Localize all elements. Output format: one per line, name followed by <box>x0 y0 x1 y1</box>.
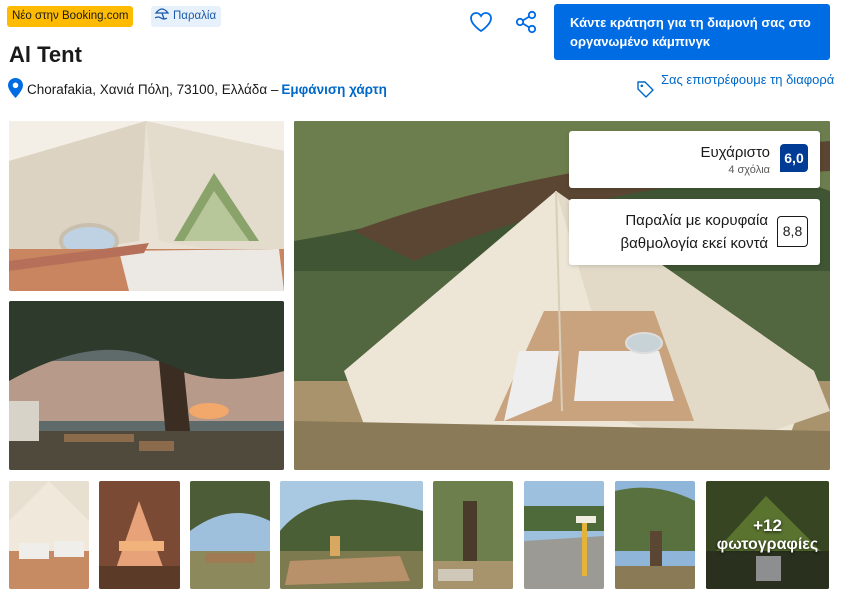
beach-umbrella-icon <box>154 6 170 28</box>
beach-rating-score: 8,8 <box>777 216 808 247</box>
review-count: 4 σχόλια <box>728 164 770 176</box>
review-score-card[interactable]: Ευχάριστο 4 σχόλια 6,0 <box>569 131 820 188</box>
thumbnail-photo-more[interactable] <box>706 481 829 589</box>
address-row: Chorafakia, Χανιά Πόλη, 73100, Ελλάδα – … <box>8 78 387 101</box>
thumbnail-photo[interactable] <box>190 481 270 589</box>
share-button[interactable] <box>512 10 540 38</box>
price-match-text: Σας επιστρέφουμε τη διαφορά <box>661 72 835 87</box>
price-tag-icon <box>637 70 661 104</box>
reserve-button[interactable]: Κάντε κράτηση για τη διαμονή σας στο οργ… <box>554 4 830 60</box>
new-on-booking-badge: Νέο στην Booking.com <box>7 6 134 27</box>
review-score-badge: 6,0 <box>780 144 808 172</box>
photo-olive-grove-sunset[interactable] <box>9 301 284 470</box>
price-match-link[interactable]: Σας επιστρέφουμε τη διαφορά <box>637 70 837 104</box>
beach-badge-label: Παραλία <box>173 10 217 22</box>
share-icon <box>514 10 538 39</box>
location-pin-icon <box>8 78 27 101</box>
address-text: Chorafakia, Χανιά Πόλη, 73100, Ελλάδα – <box>27 82 279 97</box>
thumbnail-photo[interactable] <box>615 481 695 589</box>
show-map-link[interactable]: Εμφάνιση χάρτη <box>281 82 387 97</box>
beach-rating-label: Παραλία με κορυφαία βαθμολογία εκεί κοντ… <box>620 212 768 252</box>
thumbnail-photo[interactable] <box>9 481 89 589</box>
thumbnail-photo[interactable] <box>99 481 180 589</box>
beach-badge: Παραλία <box>151 6 222 28</box>
rating-word: Ευχάριστο <box>700 144 770 161</box>
heart-icon <box>469 11 493 38</box>
thumbnail-photo[interactable] <box>433 481 513 589</box>
save-favorite-button[interactable] <box>467 10 495 38</box>
thumbnail-photo[interactable] <box>524 481 604 589</box>
thumbnail-photo[interactable] <box>280 481 423 589</box>
beach-rating-card: Παραλία με κορυφαία βαθμολογία εκεί κοντ… <box>569 199 820 265</box>
photo-tent-interior[interactable] <box>9 121 284 291</box>
property-title: Al Tent <box>9 42 82 67</box>
